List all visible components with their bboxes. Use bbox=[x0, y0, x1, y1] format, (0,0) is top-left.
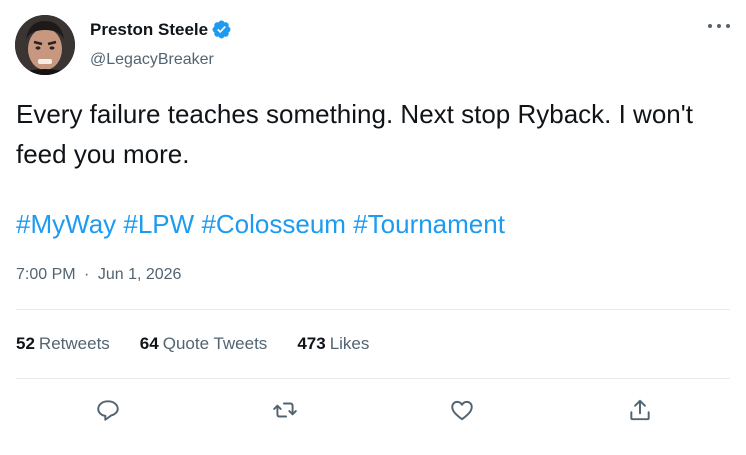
hashtag-link[interactable]: #Tournament bbox=[353, 209, 505, 239]
divider bbox=[16, 309, 730, 310]
retweets-stat[interactable]: 52 Retweets bbox=[16, 334, 110, 354]
tweet-text: Every failure teaches something. Next st… bbox=[16, 99, 693, 169]
share-button[interactable] bbox=[622, 392, 658, 428]
reply-button[interactable] bbox=[90, 392, 126, 428]
like-button[interactable] bbox=[444, 392, 480, 428]
quote-tweets-stat[interactable]: 64 Quote Tweets bbox=[140, 334, 268, 354]
hashtag-link[interactable]: #Colosseum bbox=[201, 209, 346, 239]
tweet-card: Preston Steele @LegacyBreaker Every fail… bbox=[0, 0, 746, 455]
author-display-name[interactable]: Preston Steele bbox=[90, 20, 208, 40]
quote-tweets-label: Quote Tweets bbox=[162, 334, 268, 353]
retweets-count: 52 bbox=[16, 334, 35, 353]
likes-count: 473 bbox=[297, 334, 326, 353]
engagement-stats: 52 Retweets 64 Quote Tweets 473 Likes bbox=[16, 334, 399, 354]
hashtag-link[interactable]: #LPW bbox=[123, 209, 194, 239]
like-icon bbox=[451, 400, 473, 421]
divider bbox=[16, 378, 730, 379]
action-bar bbox=[16, 392, 730, 428]
tweet-timestamp[interactable]: 7:00 PM · Jun 1, 2026 bbox=[16, 266, 181, 284]
author-handle[interactable]: @LegacyBreaker bbox=[90, 51, 214, 69]
reply-icon bbox=[97, 400, 119, 421]
likes-stat[interactable]: 473 Likes bbox=[297, 334, 369, 354]
verified-badge-icon bbox=[211, 19, 232, 40]
tweet-date: Jun 1, 2026 bbox=[97, 266, 182, 283]
quote-tweets-count: 64 bbox=[139, 334, 159, 353]
tweet-hashtags: #MyWay #LPW #Colosseum #Tournament bbox=[16, 204, 716, 244]
author-name-row: Preston Steele bbox=[90, 19, 232, 40]
avatar[interactable] bbox=[15, 15, 75, 75]
more-options-icon[interactable] bbox=[708, 18, 730, 34]
avatar-image bbox=[15, 15, 75, 75]
hashtag-link[interactable]: #MyWay bbox=[16, 209, 116, 239]
timestamp-separator: · bbox=[84, 266, 90, 283]
share-icon bbox=[630, 399, 650, 421]
retweet-button[interactable] bbox=[267, 392, 303, 428]
retweet-icon bbox=[273, 402, 297, 418]
likes-label: Likes bbox=[329, 334, 370, 353]
retweets-label: Retweets bbox=[38, 334, 110, 353]
tweet-time: 7:00 PM bbox=[16, 266, 76, 283]
